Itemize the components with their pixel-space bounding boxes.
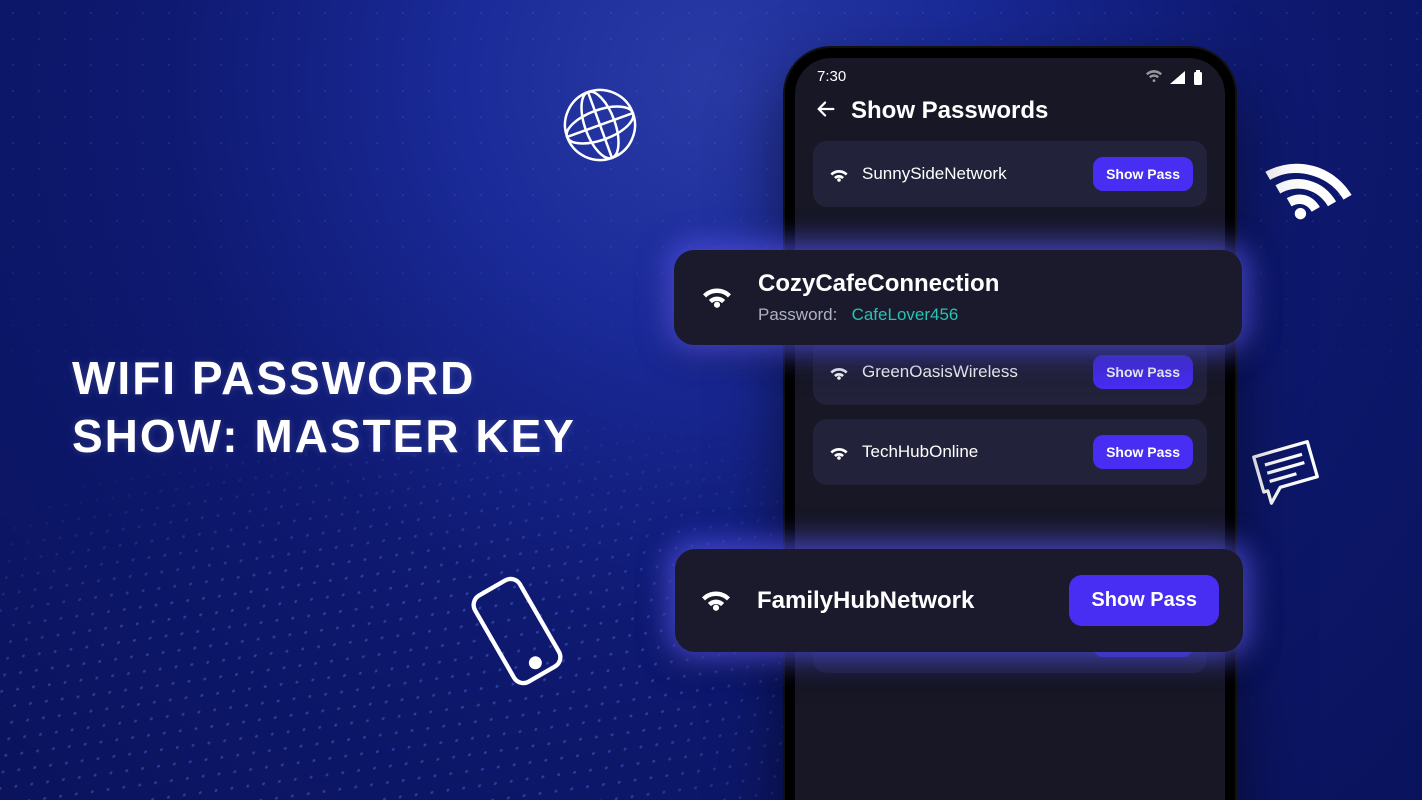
- network-name: GreenOasisWireless: [862, 362, 1080, 382]
- wifi-small-icon: [829, 166, 849, 182]
- network-row: GreenOasisWireless Show Pass: [813, 339, 1207, 405]
- network-name: TechHubOnline: [862, 442, 1080, 462]
- show-pass-button[interactable]: Show Pass: [1093, 157, 1193, 191]
- status-bar: 7:30: [795, 58, 1225, 89]
- password-line: Password: CafeLover456: [758, 305, 999, 325]
- wifi-icon: [700, 282, 734, 313]
- show-pass-button[interactable]: Show Pass: [1069, 575, 1219, 626]
- network-name: SunnySideNetwork: [862, 164, 1080, 184]
- network-row: SunnySideNetwork Show Pass: [813, 141, 1207, 207]
- marketing-headline: WIFI PASSWORD SHOW: MASTER KEY: [72, 350, 576, 465]
- network-card-expanded: CozyCafeConnection Password: CafeLover45…: [674, 250, 1242, 345]
- show-pass-button[interactable]: Show Pass: [1093, 355, 1193, 389]
- show-pass-button[interactable]: Show Pass: [1093, 435, 1193, 469]
- back-icon[interactable]: [815, 98, 837, 125]
- headline-line2: SHOW: MASTER KEY: [72, 408, 576, 466]
- network-card-highlight: FamilyHubNetwork Show Pass: [675, 549, 1243, 652]
- page-title: Show Passwords: [851, 97, 1048, 125]
- chat-icon: [1243, 433, 1331, 511]
- password-value: CafeLover456: [852, 305, 959, 324]
- network-name: CozyCafeConnection: [758, 270, 999, 298]
- password-label: Password:: [758, 305, 837, 324]
- wifi-icon: [699, 585, 733, 616]
- network-row: TechHubOnline Show Pass: [813, 419, 1207, 485]
- wifi-small-icon: [829, 364, 849, 380]
- status-right-icons: [1142, 68, 1203, 85]
- phone-mockup: 7:30 Show Passwords SunnySi: [785, 48, 1235, 800]
- wifi-small-icon: [829, 444, 849, 460]
- status-time: 7:30: [817, 68, 846, 85]
- headline-line1: WIFI PASSWORD: [72, 350, 576, 408]
- network-name: FamilyHubNetwork: [757, 587, 1045, 615]
